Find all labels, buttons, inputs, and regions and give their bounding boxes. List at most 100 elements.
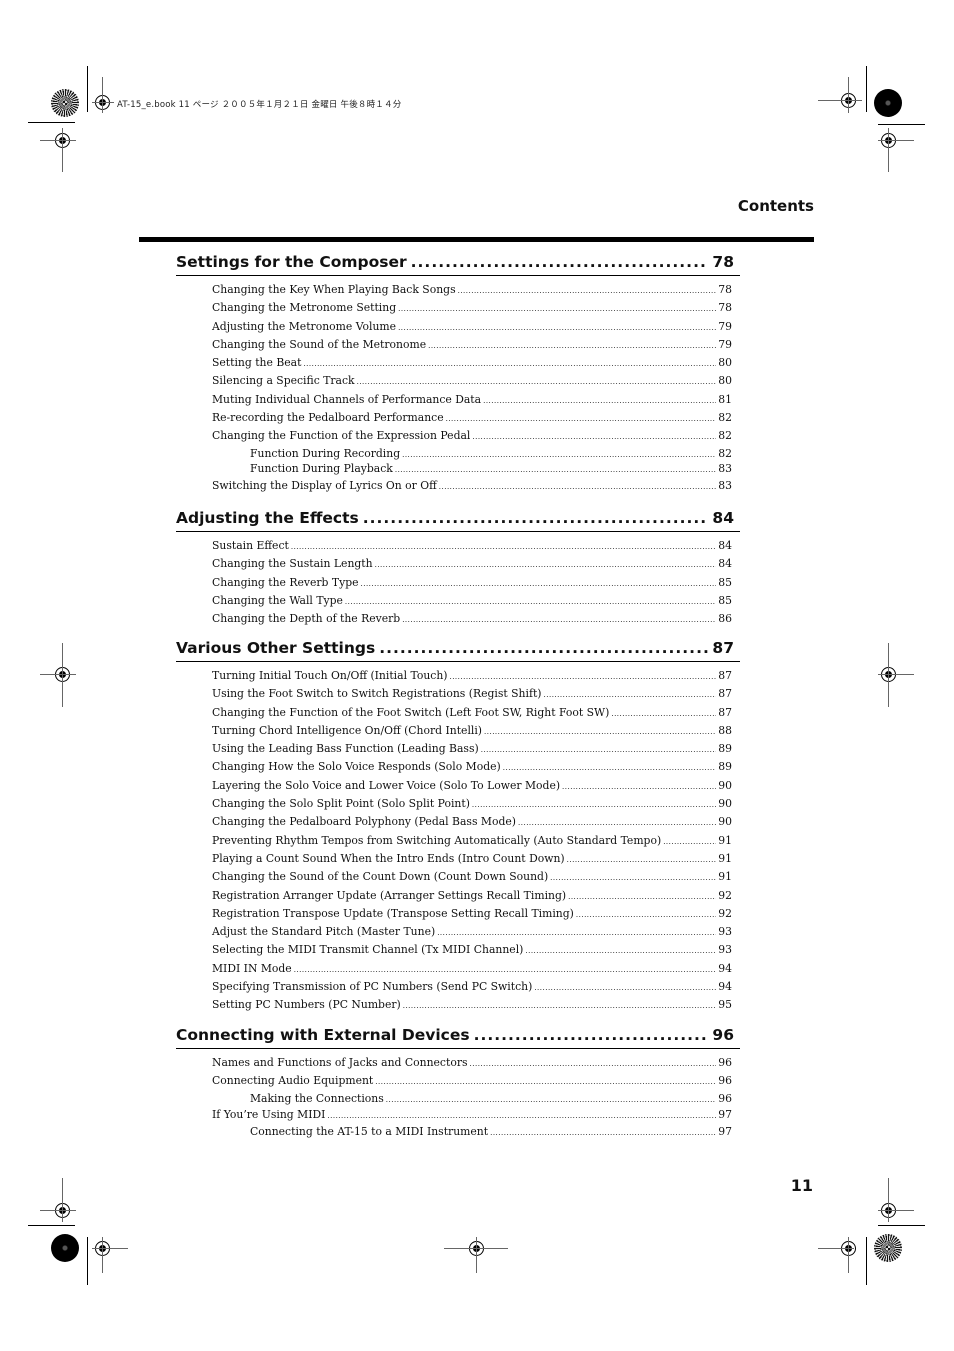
toc-entry[interactable]: Connecting the AT-15 to a MIDI Instrumen… (176, 1124, 740, 1140)
entry-title: Sustain Effect (212, 539, 289, 552)
dot-leader (398, 319, 716, 337)
entry-title: Changing the Solo Split Point (Solo Spli… (212, 797, 470, 811)
section-heading[interactable]: Various Other Settings 87 (176, 637, 740, 662)
toc-entry[interactable]: Layering the Solo Voice and Lower Voice … (176, 777, 740, 795)
toc-entry[interactable]: Changing the Key When Playing Back Songs… (176, 281, 740, 299)
toc-entry[interactable]: Changing the Pedalboard Polyphony (Pedal… (176, 813, 740, 831)
toc-entry[interactable]: Selecting the MIDI Transmit Channel (Tx … (176, 941, 740, 959)
toc-entry[interactable]: Switching the Display of Lyrics On or Of… (176, 477, 740, 495)
toc-entry[interactable]: Turning Initial Touch On/Off (Initial To… (176, 667, 740, 685)
toc-entry[interactable]: Adjusting the Metronome Volume 79 (176, 318, 740, 336)
registration-line (40, 1210, 76, 1211)
section-heading[interactable]: Adjusting the Effects 84 (176, 507, 740, 532)
registration-line (878, 1210, 914, 1211)
toc-entry[interactable]: Names and Functions of Jacks and Connect… (176, 1054, 740, 1072)
toc-entry[interactable]: Changing the Function of the Expression … (176, 427, 740, 445)
entry-title: Using the Leading Bass Function (Leading… (212, 742, 479, 756)
entry-page: 80 (718, 374, 732, 388)
entry-title: Changing the Pedalboard Polyphony (Pedal… (212, 815, 517, 829)
toc-entry[interactable]: Setting the Beat 80 (176, 354, 740, 372)
toc-entry[interactable]: Using the Foot Switch to Switch Registra… (176, 685, 740, 703)
dot-leader (576, 906, 716, 924)
toc-entry[interactable]: Changing the Depth of the Reverb 86 (176, 610, 740, 628)
dot-leader (395, 463, 716, 479)
toc-entry[interactable]: Changing the Function of the Foot Switch… (176, 704, 740, 722)
toc-entry[interactable]: Registration Transpose Update (Transpose… (176, 905, 740, 923)
toc-entry[interactable]: If You’re Using MIDI 97 (176, 1106, 740, 1124)
section-heading[interactable]: Settings for the Composer 78 (176, 251, 740, 276)
dot-leader (291, 538, 716, 556)
entry-title: Changing the Function of the Foot Switch… (212, 705, 610, 719)
entry-title: Layering the Solo Voice and Lower Voice … (212, 778, 561, 792)
toc-entry[interactable]: Specifying Transmission of PC Numbers (S… (176, 978, 740, 996)
crop-mark (878, 124, 925, 125)
entry-page: 82 (718, 411, 732, 425)
entry-title: Silencing a Specific Track (212, 374, 355, 388)
toc-entry[interactable]: Function During Playback 83 (176, 461, 740, 477)
toc-entry[interactable]: Changing the Sustain Length 84 (176, 555, 740, 573)
dot-leader (484, 723, 716, 741)
toc-entry[interactable]: Changing the Solo Split Point (Solo Spli… (176, 795, 740, 813)
toc-entry[interactable]: Changing the Metronome Setting 78 (176, 299, 740, 317)
toc-section: Various Other Settings 87 Turning Initial … (176, 637, 740, 1015)
toc-entry[interactable]: Changing the Reverb Type 85 (176, 574, 740, 592)
toc-entry[interactable]: MIDI IN Mode 94 (176, 960, 740, 978)
registration-line (818, 100, 862, 101)
entry-page: 93 (718, 925, 732, 939)
toc-entry[interactable]: Setting PC Numbers (PC Number) 95 (176, 996, 740, 1014)
dot-leader (518, 814, 716, 832)
entry-page: 89 (718, 760, 732, 774)
dot-leader (611, 705, 716, 723)
toc-entry[interactable]: Changing the Wall Type 85 (176, 592, 740, 610)
toc-entry[interactable]: Registration Arranger Update (Arranger S… (176, 887, 740, 905)
toc-entry[interactable]: Using the Leading Bass Function (Leading… (176, 740, 740, 758)
entry-page: 91 (718, 833, 732, 847)
toc-entry[interactable]: Re-recording the Pedalboard Performance 8… (176, 409, 740, 427)
dot-leader (544, 686, 717, 704)
entry-page: 96 (718, 1074, 732, 1088)
toc-entry[interactable]: Changing How the Solo Voice Responds (So… (176, 758, 740, 776)
entry-page: 81 (718, 392, 732, 406)
dot-leader (428, 337, 716, 355)
toc-entry[interactable]: Changing the Sound of the Count Down (Co… (176, 868, 740, 886)
entry-page: 89 (718, 742, 732, 756)
toc-entry[interactable]: Function During Recording 82 (176, 446, 740, 462)
toc-entry[interactable]: Muting Individual Channels of Performanc… (176, 391, 740, 409)
entry-title: Playing a Count Sound When the Intro End… (212, 851, 565, 865)
toc-entry[interactable]: Turning Chord Intelligence On/Off (Chord… (176, 722, 740, 740)
dot-leader (472, 796, 716, 814)
dot-leader (446, 410, 717, 428)
dot-leader (437, 924, 716, 942)
section-page: 84 (712, 509, 734, 527)
registration-line (476, 1237, 477, 1273)
registration-line (848, 77, 849, 113)
entry-title: Changing the Function of the Expression … (212, 429, 471, 443)
dot-leader (490, 1126, 716, 1142)
dot-leader (472, 428, 716, 446)
entry-page: 96 (718, 1091, 732, 1105)
dot-leader (357, 373, 717, 391)
entry-page: 90 (718, 815, 732, 829)
dot-leader (375, 1073, 716, 1091)
toc-entry[interactable]: Playing a Count Sound When the Intro End… (176, 850, 740, 868)
entry-title: Registration Transpose Update (Transpose… (212, 906, 574, 920)
entry-title: Function During Recording (250, 446, 401, 460)
registration-line (62, 1178, 63, 1222)
entry-title: Changing the Wall Type (212, 593, 343, 607)
toc-entry[interactable]: Connecting Audio Equipment 96 (176, 1072, 740, 1090)
entry-title: Connecting the AT-15 to a MIDI Instrumen… (250, 1125, 489, 1139)
entry-page: 92 (718, 906, 732, 920)
toc-entry[interactable]: Preventing Rhythm Tempos from Switching … (176, 832, 740, 850)
registration-line (878, 674, 914, 675)
section-heading[interactable]: Connecting with External Devices 96 (176, 1024, 740, 1049)
registration-line (888, 128, 889, 172)
entry-page: 90 (718, 778, 732, 792)
toc-entry[interactable]: Adjust the Standard Pitch (Master Tune) 9… (176, 923, 740, 941)
toc-entry[interactable]: Making the Connections 96 (176, 1091, 740, 1107)
dot-leader (483, 392, 716, 410)
toc-entry[interactable]: Sustain Effect 84 (176, 537, 740, 555)
dot-leader (568, 888, 716, 906)
toc-entry[interactable]: Silencing a Specific Track 80 (176, 372, 740, 390)
toc-entry[interactable]: Changing the Sound of the Metronome 79 (176, 336, 740, 354)
dot-leader (663, 833, 716, 851)
